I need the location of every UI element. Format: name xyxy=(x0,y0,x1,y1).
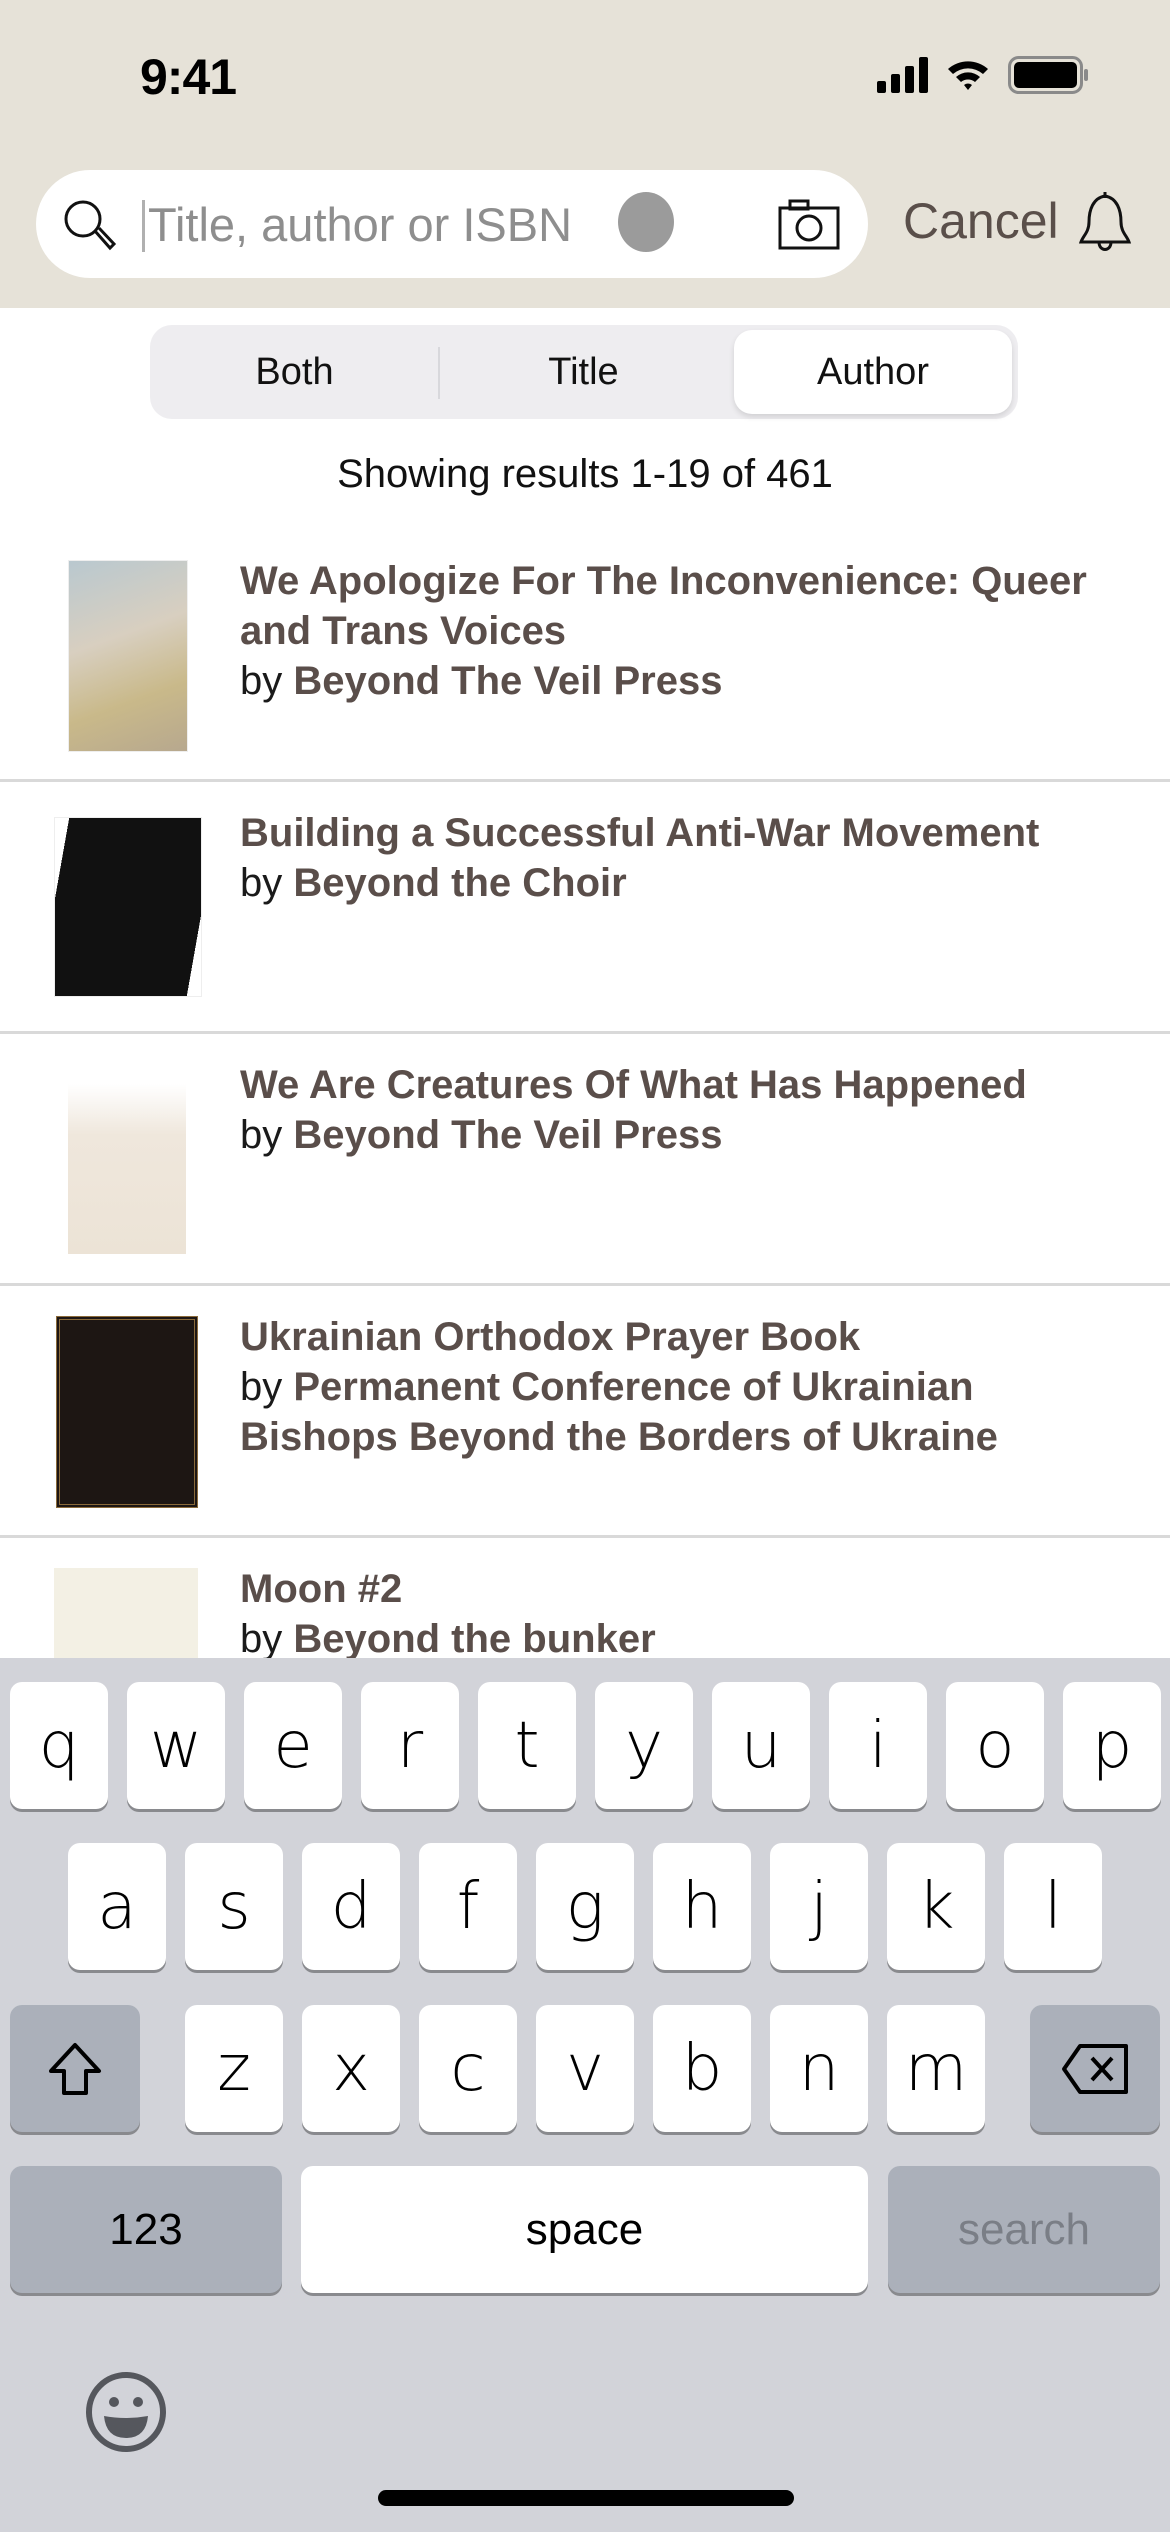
key-i[interactable]: i xyxy=(829,1682,927,1809)
key-n[interactable]: n xyxy=(770,2005,868,2132)
key-x[interactable]: x xyxy=(302,2005,400,2132)
by-prefix: by xyxy=(240,1113,283,1157)
segment-author[interactable]: Author xyxy=(734,330,1012,414)
search-input[interactable]: Title, author or ISBN xyxy=(148,197,572,252)
key-j[interactable]: j xyxy=(770,1843,868,1970)
key-w[interactable]: w xyxy=(127,1682,225,1809)
key-m[interactable]: m xyxy=(887,2005,985,2132)
shift-icon xyxy=(49,2042,101,2095)
key-o[interactable]: o xyxy=(946,1682,1044,1809)
segment-title[interactable]: Title xyxy=(439,325,728,419)
book-cover-prayer-book xyxy=(56,1316,198,1508)
key-v[interactable]: v xyxy=(536,2005,634,2132)
emoji-icon[interactable] xyxy=(84,2370,168,2454)
key-f[interactable]: f xyxy=(419,1843,517,1970)
key-b[interactable]: b xyxy=(653,2005,751,2132)
status-icons xyxy=(877,56,1090,94)
key-u[interactable]: u xyxy=(712,1682,810,1809)
wifi-icon xyxy=(948,61,988,90)
key-e[interactable]: e xyxy=(244,1682,342,1809)
search-scope-segmented-control: Both Title Author xyxy=(150,325,1018,419)
segment-both[interactable]: Both xyxy=(150,325,439,419)
results-summary: Showing results 1-19 of 461 xyxy=(337,452,833,496)
key-k[interactable]: k xyxy=(887,1843,985,1970)
book-cover-we-apologize xyxy=(68,560,188,752)
book-title: We Are Creatures Of What Has Happened xyxy=(240,1063,1027,1107)
by-prefix: by xyxy=(240,1617,283,1661)
key-t[interactable]: t xyxy=(478,1682,576,1809)
book-author: Beyond the bunker xyxy=(293,1617,656,1661)
shift-key[interactable] xyxy=(10,2005,140,2132)
key-l[interactable]: l xyxy=(1004,1843,1102,1970)
by-prefix: by xyxy=(240,1365,283,1409)
delete-key[interactable] xyxy=(1030,2005,1160,2132)
book-title: We Apologize For The Inconvenience: Quee… xyxy=(240,559,1087,653)
search-icon xyxy=(64,200,117,251)
key-s[interactable]: s xyxy=(185,1843,283,1970)
list-item-text: Building a Successful Anti-War Movement … xyxy=(240,808,1130,908)
search-field[interactable]: Title, author or ISBN xyxy=(36,170,868,278)
book-author: Beyond the Choir xyxy=(293,861,627,905)
list-item-text: Moon #2 by Beyond the bunker xyxy=(240,1564,1130,1664)
home-indicator[interactable] xyxy=(378,2490,794,2506)
space-key[interactable]: space xyxy=(301,2166,868,2293)
text-cursor xyxy=(142,200,145,252)
key-r[interactable]: r xyxy=(361,1682,459,1809)
numbers-key[interactable]: 123 xyxy=(10,2166,282,2293)
key-q[interactable]: q xyxy=(10,1682,108,1809)
key-a[interactable]: a xyxy=(68,1843,166,1970)
book-title: Moon #2 xyxy=(240,1567,403,1611)
list-item-text: Ukrainian Orthodox Prayer Book by Perman… xyxy=(240,1312,1130,1462)
key-y[interactable]: y xyxy=(595,1682,693,1809)
key-d[interactable]: d xyxy=(302,1843,400,1970)
cancel-button[interactable]: Cancel xyxy=(903,192,1059,250)
camera-icon[interactable] xyxy=(778,198,840,250)
recording-indicator xyxy=(618,192,674,252)
list-item-text: We Are Creatures Of What Has Happened by… xyxy=(240,1060,1130,1160)
list-item[interactable]: Ukrainian Orthodox Prayer Book by Perman… xyxy=(0,1286,1170,1538)
key-h[interactable]: h xyxy=(653,1843,751,1970)
list-item[interactable]: We Apologize For The Inconvenience: Quee… xyxy=(0,530,1170,782)
header: 9:41 Title, author or ISBN Cancel xyxy=(0,0,1170,308)
list-item[interactable]: We Are Creatures Of What Has Happened by… xyxy=(0,1034,1170,1286)
book-title: Building a Successful Anti-War Movement xyxy=(240,811,1040,855)
book-author: Beyond The Veil Press xyxy=(293,659,723,703)
results-list: We Apologize For The Inconvenience: Quee… xyxy=(0,530,1170,1790)
cellular-signal-icon xyxy=(877,57,928,93)
status-time: 9:41 xyxy=(140,49,237,105)
book-author: Beyond The Veil Press xyxy=(293,1113,723,1157)
key-z[interactable]: z xyxy=(185,2005,283,2132)
book-author: Permanent Conference of Ukrainian Bishop… xyxy=(240,1365,998,1459)
bell-icon[interactable] xyxy=(1075,190,1135,260)
battery-icon xyxy=(1008,56,1088,94)
list-item-text: We Apologize For The Inconvenience: Quee… xyxy=(240,556,1130,706)
backspace-icon xyxy=(1062,2043,1128,2094)
key-p[interactable]: p xyxy=(1063,1682,1161,1809)
book-title: Ukrainian Orthodox Prayer Book xyxy=(240,1315,861,1359)
list-item[interactable]: Building a Successful Anti-War Movement … xyxy=(0,782,1170,1034)
by-prefix: by xyxy=(240,659,283,703)
key-g[interactable]: g xyxy=(536,1843,634,1970)
by-prefix: by xyxy=(240,861,283,905)
key-c[interactable]: c xyxy=(419,2005,517,2132)
book-cover-building-anti-war xyxy=(54,817,202,997)
search-key[interactable]: search xyxy=(888,2166,1160,2293)
book-cover-we-are-creatures xyxy=(68,1084,186,1254)
